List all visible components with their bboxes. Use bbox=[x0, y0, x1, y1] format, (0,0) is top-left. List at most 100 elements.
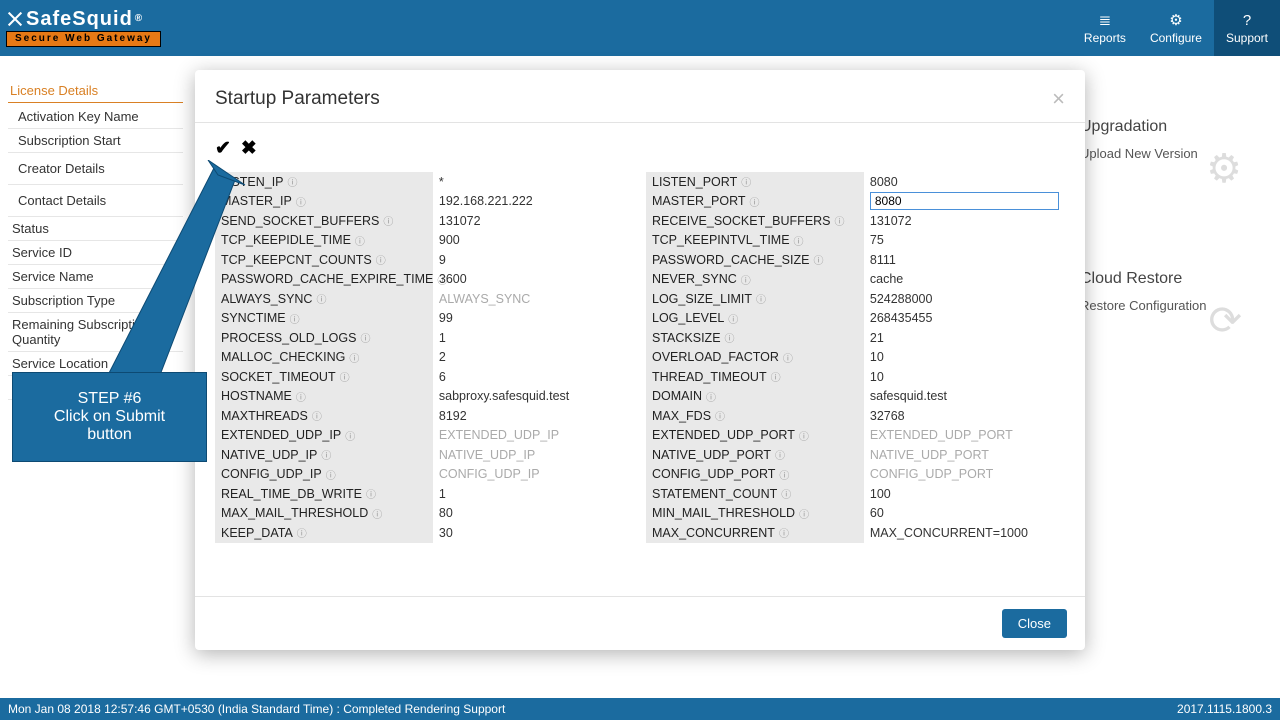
param-value[interactable]: 8111 bbox=[864, 250, 1065, 270]
param-label: LISTEN_PORT ⓘ bbox=[646, 172, 864, 192]
info-icon[interactable]: ⓘ bbox=[383, 213, 393, 228]
info-icon[interactable]: ⓘ bbox=[725, 330, 735, 345]
param-value[interactable]: NATIVE_UDP_PORT bbox=[864, 445, 1065, 465]
info-icon[interactable]: ⓘ bbox=[345, 428, 355, 443]
info-icon[interactable]: ⓘ bbox=[360, 330, 370, 345]
param-value[interactable]: 8080 bbox=[864, 172, 1065, 192]
sidebar-item[interactable]: Activation Key Name bbox=[8, 105, 183, 129]
info-icon[interactable]: ⓘ bbox=[775, 447, 785, 462]
param-value[interactable]: EXTENDED_UDP_PORT bbox=[864, 426, 1065, 446]
param-value[interactable]: NATIVE_UDP_IP bbox=[433, 445, 634, 465]
param-value[interactable]: 60 bbox=[864, 504, 1065, 524]
info-icon[interactable]: ⓘ bbox=[779, 525, 789, 540]
info-icon[interactable]: ⓘ bbox=[372, 506, 382, 521]
info-icon[interactable]: ⓘ bbox=[297, 525, 307, 540]
param-value[interactable]: 131072 bbox=[433, 211, 634, 231]
info-icon[interactable]: ⓘ bbox=[741, 174, 751, 189]
info-icon[interactable]: ⓘ bbox=[366, 486, 376, 501]
close-button[interactable]: Close bbox=[1002, 609, 1067, 638]
info-icon[interactable]: ⓘ bbox=[750, 194, 760, 209]
param-value[interactable]: 10 bbox=[864, 348, 1065, 368]
nav-configure[interactable]: ⚙ Configure bbox=[1138, 0, 1214, 56]
param-value[interactable]: 900 bbox=[433, 231, 634, 251]
close-icon[interactable]: × bbox=[1052, 86, 1065, 112]
nav-label: Configure bbox=[1150, 31, 1202, 45]
param-value[interactable]: 1 bbox=[433, 484, 634, 504]
nav-reports[interactable]: ≣ Reports bbox=[1072, 0, 1138, 56]
info-icon[interactable]: ⓘ bbox=[340, 369, 350, 384]
upload-version-link[interactable]: Upload New Version bbox=[1080, 146, 1198, 161]
sidebar-item[interactable]: Subscription Start bbox=[8, 129, 183, 153]
info-icon[interactable]: ⓘ bbox=[771, 369, 781, 384]
info-icon[interactable]: ⓘ bbox=[296, 194, 306, 209]
param-value[interactable]: 2 bbox=[433, 348, 634, 368]
info-icon[interactable]: ⓘ bbox=[349, 350, 359, 365]
info-icon[interactable]: ⓘ bbox=[715, 408, 725, 423]
sidebar-item[interactable]: Service ID bbox=[8, 241, 183, 265]
param-value[interactable]: 99 bbox=[433, 309, 634, 329]
info-icon[interactable]: ⓘ bbox=[728, 311, 738, 326]
param-value[interactable]: CONFIG_UDP_PORT bbox=[864, 465, 1065, 485]
info-icon[interactable]: ⓘ bbox=[813, 252, 823, 267]
cancel-button[interactable]: ✖ bbox=[241, 137, 257, 160]
param-value[interactable]: 1 bbox=[433, 328, 634, 348]
sidebar-item[interactable]: Remaining Subscription Quantity bbox=[8, 313, 183, 352]
info-icon[interactable]: ⓘ bbox=[296, 389, 306, 404]
param-value[interactable]: 131072 bbox=[864, 211, 1065, 231]
param-input[interactable] bbox=[870, 192, 1059, 210]
param-value[interactable]: 6 bbox=[433, 367, 634, 387]
param-row: LISTEN_PORT ⓘ8080 bbox=[646, 172, 1065, 192]
sidebar-item[interactable]: Contact Details bbox=[8, 185, 183, 217]
info-icon[interactable]: ⓘ bbox=[288, 174, 298, 189]
card-title: Cloud Restore bbox=[1080, 270, 1260, 288]
sidebar-item[interactable]: Status bbox=[8, 217, 183, 241]
param-label: NATIVE_UDP_IP ⓘ bbox=[215, 445, 433, 465]
param-value[interactable]: 192.168.221.222 bbox=[433, 192, 634, 212]
sidebar-item[interactable]: Service Name bbox=[8, 265, 183, 289]
info-icon[interactable]: ⓘ bbox=[316, 291, 326, 306]
restore-config-link[interactable]: Restore Configuration bbox=[1080, 298, 1206, 313]
info-icon[interactable]: ⓘ bbox=[706, 389, 716, 404]
info-icon[interactable]: ⓘ bbox=[799, 428, 809, 443]
param-value[interactable]: 9 bbox=[433, 250, 634, 270]
param-value[interactable]: sabproxy.safesquid.test bbox=[433, 387, 634, 407]
info-icon[interactable]: ⓘ bbox=[794, 233, 804, 248]
info-icon[interactable]: ⓘ bbox=[741, 272, 751, 287]
param-label: MAX_CONCURRENT ⓘ bbox=[646, 523, 864, 543]
info-icon[interactable]: ⓘ bbox=[321, 447, 331, 462]
param-value[interactable]: 8192 bbox=[433, 406, 634, 426]
param-value[interactable]: 100 bbox=[864, 484, 1065, 504]
param-value[interactable]: 524288000 bbox=[864, 289, 1065, 309]
nav-support[interactable]: ? Support bbox=[1214, 0, 1280, 56]
param-row: PASSWORD_CACHE_SIZE ⓘ8111 bbox=[646, 250, 1065, 270]
sidebar-item[interactable]: Subscription Type bbox=[8, 289, 183, 313]
info-icon[interactable]: ⓘ bbox=[312, 408, 322, 423]
param-value[interactable]: * bbox=[433, 172, 634, 192]
param-value[interactable]: EXTENDED_UDP_IP bbox=[433, 426, 634, 446]
submit-button[interactable]: ✔ bbox=[215, 137, 231, 160]
param-value[interactable]: safesquid.test bbox=[864, 387, 1065, 407]
param-value[interactable]: 75 bbox=[864, 231, 1065, 251]
param-value[interactable]: 21 bbox=[864, 328, 1065, 348]
param-value[interactable]: CONFIG_UDP_IP bbox=[433, 465, 634, 485]
param-value[interactable]: 80 bbox=[433, 504, 634, 524]
sidebar-item[interactable]: Creator Details bbox=[8, 153, 183, 185]
info-icon[interactable]: ⓘ bbox=[835, 213, 845, 228]
param-value[interactable]: 32768 bbox=[864, 406, 1065, 426]
info-icon[interactable]: ⓘ bbox=[355, 233, 365, 248]
param-value[interactable]: 30 bbox=[433, 523, 634, 543]
info-icon[interactable]: ⓘ bbox=[781, 486, 791, 501]
info-icon[interactable]: ⓘ bbox=[756, 291, 766, 306]
info-icon[interactable]: ⓘ bbox=[326, 467, 336, 482]
info-icon[interactable]: ⓘ bbox=[779, 467, 789, 482]
param-value[interactable]: cache bbox=[864, 270, 1065, 290]
info-icon[interactable]: ⓘ bbox=[290, 311, 300, 326]
param-value[interactable]: 268435455 bbox=[864, 309, 1065, 329]
info-icon[interactable]: ⓘ bbox=[376, 252, 386, 267]
param-value[interactable]: MAX_CONCURRENT=1000 bbox=[864, 523, 1065, 543]
info-icon[interactable]: ⓘ bbox=[783, 350, 793, 365]
param-value[interactable]: 10 bbox=[864, 367, 1065, 387]
param-value[interactable]: 3600 bbox=[433, 270, 634, 290]
param-value[interactable]: ALWAYS_SYNC bbox=[433, 289, 634, 309]
info-icon[interactable]: ⓘ bbox=[799, 506, 809, 521]
